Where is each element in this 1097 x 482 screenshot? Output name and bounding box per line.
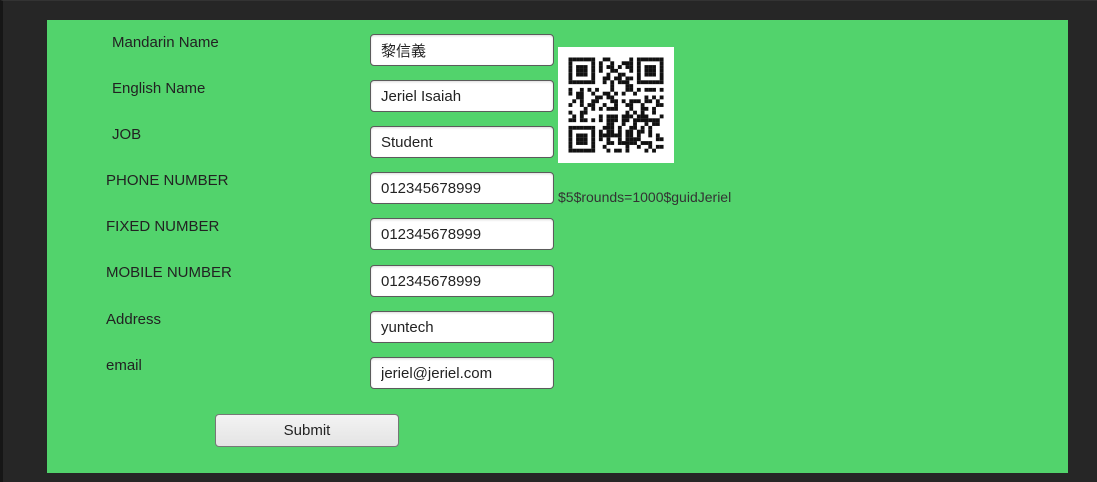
email-input[interactable] bbox=[370, 357, 554, 389]
fixed-number-input[interactable] bbox=[370, 218, 554, 250]
email-label: email bbox=[106, 357, 142, 374]
english-name-label: English Name bbox=[112, 80, 206, 97]
job-label: JOB bbox=[112, 126, 142, 143]
form-panel: Mandarin Name English Name JOB PHONE NUM… bbox=[47, 20, 1068, 473]
english-name-input[interactable] bbox=[370, 80, 554, 112]
mobile-number-input[interactable] bbox=[370, 265, 554, 297]
mobile-number-label: MOBILE NUMBER bbox=[106, 264, 232, 281]
address-label: Address bbox=[106, 311, 162, 328]
mandarin-name-label: Mandarin Name bbox=[112, 34, 219, 51]
hash-text: $5$rounds=1000$guidJeriel bbox=[558, 189, 732, 205]
phone-number-input[interactable] bbox=[370, 172, 554, 204]
mandarin-name-input[interactable] bbox=[370, 34, 554, 66]
job-input[interactable] bbox=[370, 126, 554, 158]
phone-number-label: PHONE NUMBER bbox=[106, 172, 229, 189]
qr-code-icon bbox=[558, 47, 674, 163]
submit-button[interactable]: Submit bbox=[215, 414, 399, 447]
address-input[interactable] bbox=[370, 311, 554, 343]
app-window: Mandarin Name English Name JOB PHONE NUM… bbox=[0, 0, 1097, 482]
fixed-number-label: FIXED NUMBER bbox=[106, 218, 220, 235]
